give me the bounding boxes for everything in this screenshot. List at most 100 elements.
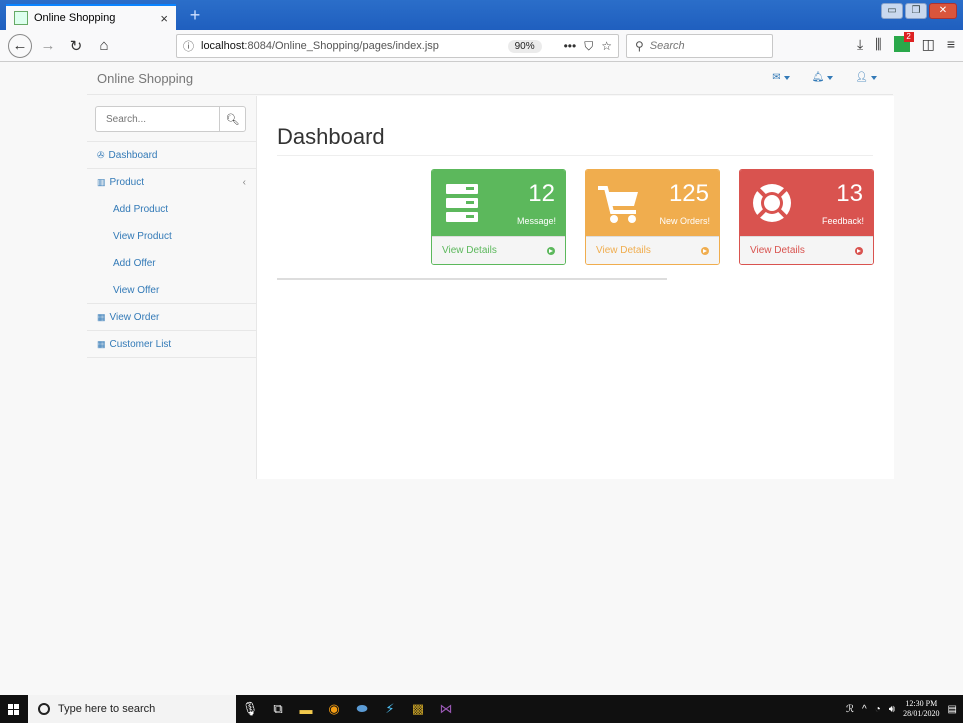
- pocket-icon[interactable]: ⛉: [584, 39, 593, 54]
- window-controls: ▭ ❐ ✕: [881, 3, 957, 19]
- url-bar[interactable]: ⓘ localhost:8084/Online_Shopping/pages/i…: [176, 34, 619, 58]
- view-details-label: View Details: [750, 245, 805, 256]
- task-view-icon[interactable]: ⧉: [264, 695, 292, 723]
- view-details-link[interactable]: View Details: [740, 236, 873, 264]
- minimize-button[interactable]: ▭: [881, 3, 903, 19]
- start-button[interactable]: [0, 695, 26, 723]
- divider: [277, 155, 873, 156]
- arrow-circle-right-icon: [547, 246, 555, 255]
- url-host: localhost: [201, 40, 245, 52]
- clock-time: 12:30 PM: [905, 699, 938, 708]
- chrome-icon[interactable]: ◉: [320, 695, 348, 723]
- sidebar-item-view-order[interactable]: ▦ View Order: [87, 304, 256, 331]
- web-page: Online Shopping ✉ 🔔︎ 👤︎ 🔍︎ ✇ Dashboard ▥…: [0, 63, 963, 695]
- zoom-indicator[interactable]: 90%: [507, 39, 542, 53]
- extension-icon[interactable]: [893, 32, 914, 52]
- sidebar-search-button[interactable]: 🔍︎: [219, 107, 245, 131]
- sidebar-search-input[interactable]: [96, 107, 219, 131]
- browser-search-input[interactable]: [649, 40, 760, 52]
- close-tab-button[interactable]: ×: [160, 11, 168, 26]
- feedback-count: 13: [836, 180, 863, 207]
- home-button[interactable]: ⌂: [92, 34, 116, 58]
- alerts-dropdown[interactable]: 🔔︎: [812, 72, 834, 83]
- submenu-add-product[interactable]: Add Product: [87, 196, 256, 223]
- taskbar: Type here to search 🎙︎ ⧉ ▬ ◉ ⬬ ⚡︎ ▩ ⋈ ℛ …: [0, 695, 963, 723]
- info-icon[interactable]: ⓘ: [183, 38, 197, 54]
- user-dropdown[interactable]: 👤︎: [855, 72, 877, 83]
- arrow-circle-right-icon: [701, 246, 709, 255]
- sidebar-item-dashboard[interactable]: ✇ Dashboard: [87, 142, 256, 169]
- app-icon[interactable]: ▩: [404, 695, 432, 723]
- tab-title: Online Shopping: [34, 12, 116, 24]
- clock[interactable]: 12:30 PM 28/01/2020: [903, 699, 939, 719]
- submenu-view-offer[interactable]: View Offer: [87, 277, 256, 304]
- orders-panel: 125 New Orders! View Details: [585, 169, 720, 265]
- submenu-add-offer[interactable]: Add Offer: [87, 250, 256, 277]
- volume-icon[interactable]: 🔊︎: [889, 704, 895, 715]
- bar-chart-icon: ▥: [97, 177, 106, 187]
- browser-search-bar[interactable]: ⚲: [626, 34, 773, 58]
- page-title: Dashboard: [277, 124, 385, 149]
- user-icon: 👤︎: [855, 72, 868, 83]
- order-count: 125: [668, 180, 709, 207]
- downloads-icon[interactable]: ⤓: [857, 36, 863, 53]
- view-details-label: View Details: [442, 245, 497, 256]
- page-actions-button[interactable]: •••: [564, 39, 577, 53]
- new-tab-button[interactable]: +: [184, 4, 206, 26]
- chevron-left-icon: ‹: [242, 177, 246, 188]
- panel-label: Message!: [516, 216, 556, 226]
- panel-heading: 13 Feedback!: [740, 170, 873, 236]
- brand-title[interactable]: Online Shopping: [97, 71, 193, 86]
- arrow-circle-right-icon: [855, 246, 863, 255]
- browser-tools: ⤓ ⫼ ◫ ≡: [857, 32, 955, 53]
- dashboard-icon: ✇: [97, 149, 105, 160]
- envelope-icon: ✉: [772, 72, 781, 83]
- messages-panel: 12 Message! View Details: [431, 169, 566, 265]
- feedback-panel: 13 Feedback! View Details: [739, 169, 874, 265]
- browser-tab[interactable]: Online Shopping ×: [6, 4, 176, 30]
- bookmark-star-icon[interactable]: ☆: [601, 39, 612, 53]
- sidebar-item-customer-list[interactable]: ▦ Customer List: [87, 331, 256, 358]
- submenu-view-product[interactable]: View Product: [87, 223, 256, 250]
- url-path: :8084/Online_Shopping/pages/index.jsp: [244, 40, 439, 52]
- lightning-app-icon[interactable]: ⚡︎: [376, 695, 404, 723]
- windows-icon: [7, 703, 19, 715]
- sidebar-item-label: Customer List: [109, 338, 172, 350]
- server-icon: [446, 184, 478, 222]
- divider: [277, 278, 667, 280]
- panel-heading: 12 Message!: [432, 170, 565, 236]
- close-window-button[interactable]: ✕: [929, 3, 957, 19]
- bell-icon: 🔔︎: [811, 72, 825, 83]
- view-details-link[interactable]: View Details: [586, 236, 719, 264]
- reload-button[interactable]: ↻: [64, 34, 88, 58]
- sidebar-item-product[interactable]: ▥ Product ‹: [87, 169, 256, 196]
- system-tray: ℛ ^ ◔ 🔊︎ 12:30 PM 28/01/2020 ▤: [846, 695, 957, 723]
- url-text[interactable]: localhost:8084/Online_Shopping/pages/ind…: [201, 40, 508, 52]
- people-icon[interactable]: ℛ: [846, 704, 854, 715]
- menu-icon[interactable]: ≡: [947, 36, 955, 53]
- cart-icon: [598, 186, 638, 223]
- view-details-link[interactable]: View Details: [432, 236, 565, 264]
- maximize-button[interactable]: ❐: [905, 3, 927, 19]
- message-count: 12: [528, 180, 555, 207]
- sidebar-toggle-icon[interactable]: ◫: [922, 36, 935, 53]
- forward-button[interactable]: →: [36, 34, 60, 58]
- view-details-label: View Details: [596, 245, 651, 256]
- back-button[interactable]: ←: [8, 33, 32, 58]
- network-icon[interactable]: ◔: [875, 704, 881, 715]
- microphone-icon[interactable]: 🎙︎: [236, 695, 264, 723]
- sidebar: 🔍︎ ✇ Dashboard ▥ Product ‹ Add Product V…: [87, 96, 256, 359]
- library-icon[interactable]: ⫼: [875, 36, 881, 53]
- browser-app-icon[interactable]: ⬬: [348, 695, 376, 723]
- visual-studio-icon[interactable]: ⋈: [432, 695, 460, 723]
- messages-dropdown[interactable]: ✉: [772, 72, 790, 83]
- chevron-up-icon[interactable]: ^: [862, 704, 867, 715]
- table-icon: ▦: [97, 311, 106, 322]
- file-explorer-icon[interactable]: ▬: [292, 695, 320, 723]
- top-navbar: Online Shopping ✉ 🔔︎ 👤︎: [87, 63, 893, 95]
- notifications-icon[interactable]: ▤: [948, 704, 957, 715]
- favicon-icon: [14, 11, 28, 25]
- lifebuoy-icon: [753, 184, 791, 222]
- chevron-down-icon: [871, 75, 877, 80]
- taskbar-search[interactable]: Type here to search: [28, 695, 236, 723]
